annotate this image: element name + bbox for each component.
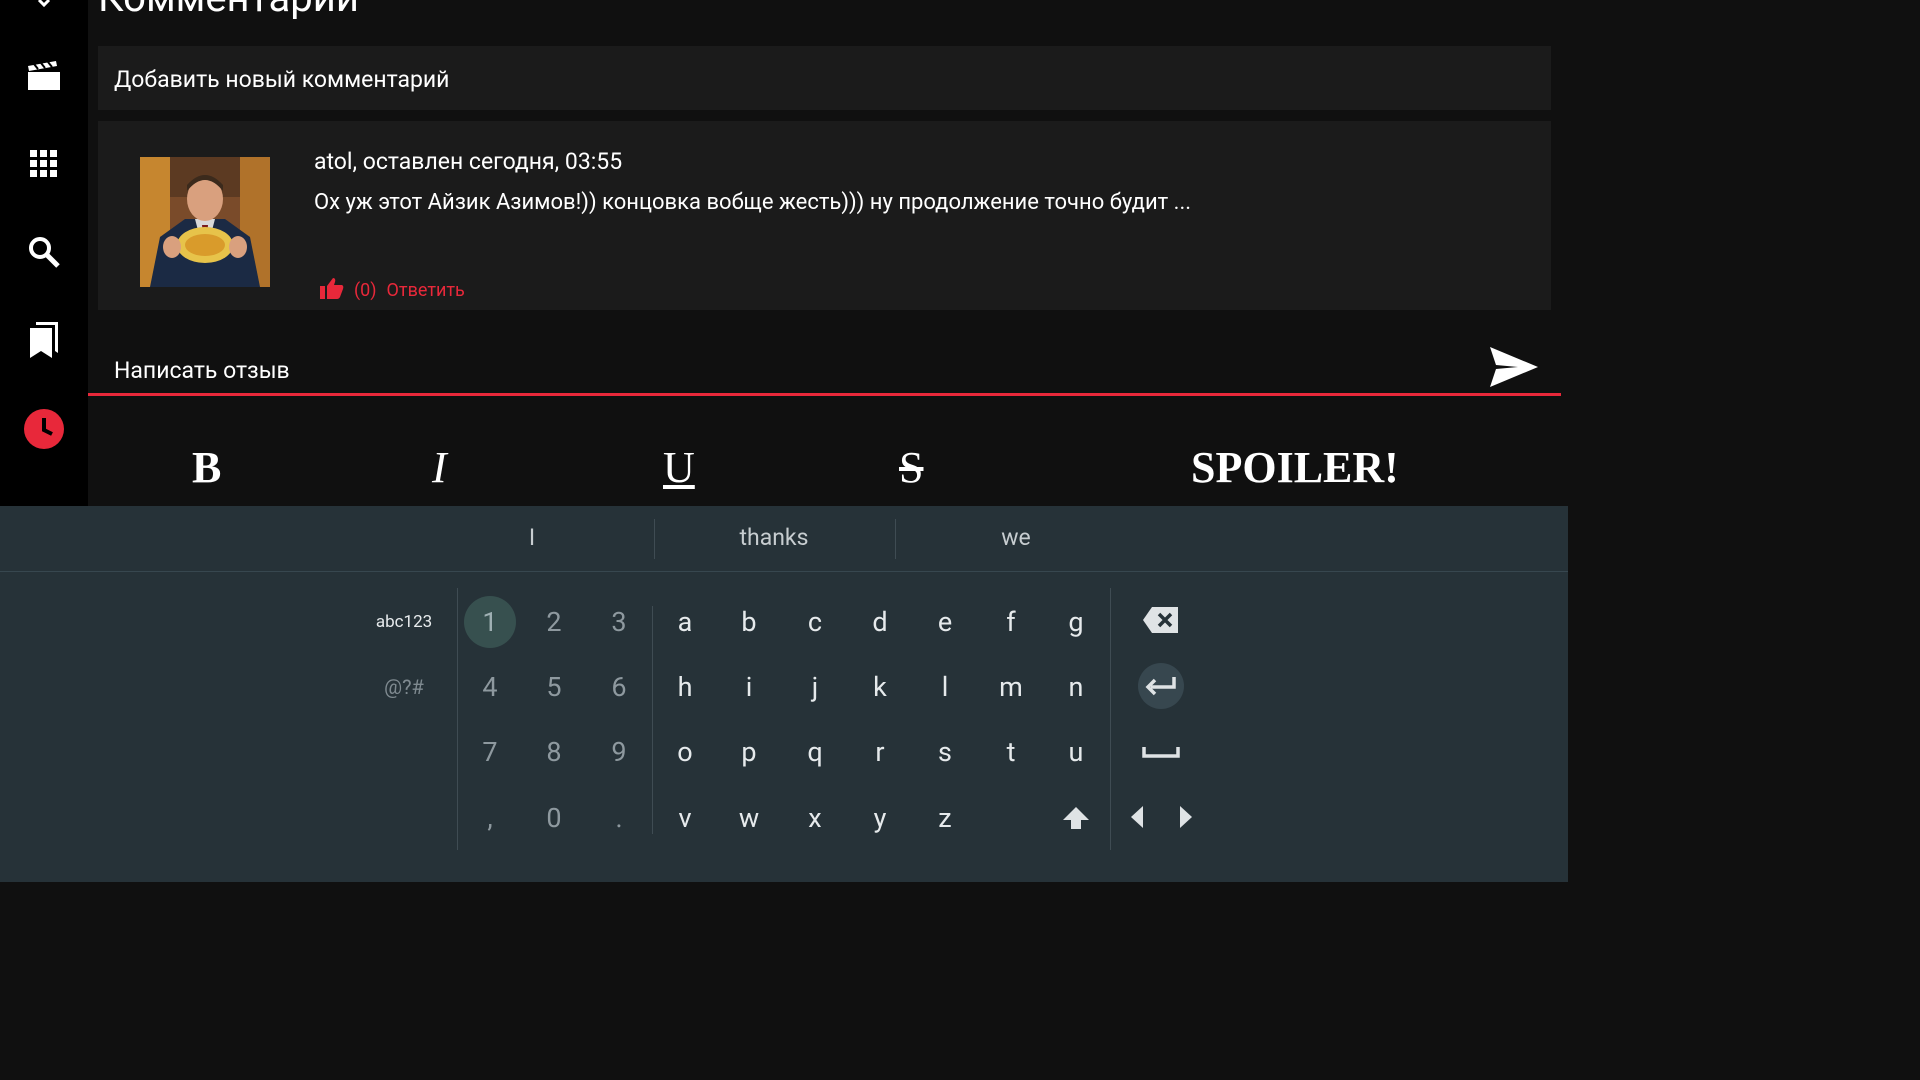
mode-abc123[interactable]: abc123 xyxy=(376,612,432,632)
key-l[interactable]: l xyxy=(919,661,971,713)
key-3[interactable]: 3 xyxy=(593,596,645,648)
key-i[interactable]: i xyxy=(723,661,775,713)
suggestion-3[interactable]: we xyxy=(1001,524,1030,551)
bookmarks-icon[interactable] xyxy=(22,318,66,362)
enter-icon[interactable] xyxy=(1138,663,1184,709)
film-icon[interactable] xyxy=(22,54,66,98)
key-k[interactable]: k xyxy=(854,661,906,713)
grid-icon[interactable] xyxy=(22,142,66,186)
key-c[interactable]: c xyxy=(789,596,841,648)
key-1[interactable]: 1 xyxy=(464,596,516,648)
key-e[interactable]: e xyxy=(919,596,971,648)
key-r[interactable]: r xyxy=(854,726,906,778)
key-8[interactable]: 8 xyxy=(528,726,580,778)
key-x[interactable]: x xyxy=(789,792,841,844)
key-period[interactable]: . xyxy=(593,792,645,844)
review-input[interactable]: Написать отзыв xyxy=(88,335,1561,397)
key-0[interactable]: 0 xyxy=(528,792,580,844)
avatar xyxy=(140,157,270,287)
spoiler-button[interactable]: SPOILER! xyxy=(1191,442,1399,493)
key-s[interactable]: s xyxy=(919,726,971,778)
key-v[interactable]: v xyxy=(659,792,711,844)
underline-button[interactable]: U xyxy=(663,442,695,493)
key-9[interactable]: 9 xyxy=(593,726,645,778)
shift-icon[interactable] xyxy=(1062,806,1090,830)
suggestion-1[interactable]: I xyxy=(529,524,535,551)
key-n[interactable]: n xyxy=(1050,661,1102,713)
reply-link[interactable]: Ответить xyxy=(387,280,465,301)
key-z[interactable]: z xyxy=(919,792,971,844)
onscreen-keyboard: I thanks we abc123 @?# 1 2 3 4 5 6 7 8 9… xyxy=(0,506,1568,882)
arrow-right-icon[interactable] xyxy=(1178,805,1194,829)
key-f[interactable]: f xyxy=(985,596,1037,648)
key-w[interactable]: w xyxy=(723,792,775,844)
key-4[interactable]: 4 xyxy=(464,661,516,713)
review-placeholder: Написать отзыв xyxy=(114,357,290,384)
add-comment-label: Добавить новый комментарий xyxy=(114,66,450,93)
suggestion-divider xyxy=(895,519,896,559)
suggestion-2[interactable]: thanks xyxy=(740,524,809,551)
keyboard-divider xyxy=(1110,588,1111,850)
suggestion-bar: I thanks we xyxy=(0,506,1568,572)
key-h[interactable]: h xyxy=(659,661,711,713)
key-o[interactable]: o xyxy=(659,726,711,778)
key-m[interactable]: m xyxy=(985,661,1037,713)
comment-actions: (0) Ответить xyxy=(320,277,465,304)
comment-item: atol, оставлен сегодня, 03:55 Ох уж этот… xyxy=(98,121,1551,310)
italic-button[interactable]: I xyxy=(432,442,447,493)
arrow-left-icon[interactable] xyxy=(1129,805,1145,829)
keyboard-divider xyxy=(457,588,458,850)
comment-author-line: atol, оставлен сегодня, 03:55 xyxy=(314,148,623,175)
key-a[interactable]: a xyxy=(659,596,711,648)
sidebar xyxy=(0,0,88,520)
key-j[interactable]: j xyxy=(789,661,841,713)
key-t[interactable]: t xyxy=(985,726,1037,778)
keyboard-divider xyxy=(652,606,653,834)
key-u[interactable]: u xyxy=(1050,726,1102,778)
space-icon[interactable] xyxy=(1142,745,1180,759)
key-b[interactable]: b xyxy=(723,596,775,648)
key-y[interactable]: y xyxy=(854,792,906,844)
bold-button[interactable]: B xyxy=(192,442,221,493)
review-underline xyxy=(88,393,1561,396)
search-icon[interactable] xyxy=(22,230,66,274)
key-comma[interactable]: , xyxy=(464,792,516,844)
mode-symbols[interactable]: @?# xyxy=(384,675,424,699)
suggestion-divider xyxy=(654,519,655,559)
key-7[interactable]: 7 xyxy=(464,726,516,778)
key-d[interactable]: d xyxy=(854,596,906,648)
key-2[interactable]: 2 xyxy=(528,596,580,648)
thumb-up-icon[interactable] xyxy=(320,277,344,304)
key-5[interactable]: 5 xyxy=(528,661,580,713)
like-count: (0) xyxy=(354,280,377,301)
backspace-icon[interactable] xyxy=(1142,606,1180,634)
key-q[interactable]: q xyxy=(789,726,841,778)
history-icon[interactable] xyxy=(22,407,66,451)
comments-panel: Комментарии Добавить новый комментарий a xyxy=(88,0,1568,506)
comment-text: Ох уж этот Айзик Азимов!)) концовка вобщ… xyxy=(314,190,1192,215)
send-icon[interactable] xyxy=(1488,345,1542,389)
key-6[interactable]: 6 xyxy=(593,661,645,713)
key-g[interactable]: g xyxy=(1050,596,1102,648)
partial-top-icon[interactable] xyxy=(22,0,66,26)
add-comment-button[interactable]: Добавить новый комментарий xyxy=(98,46,1551,110)
strikethrough-button[interactable]: S xyxy=(899,442,923,493)
key-p[interactable]: p xyxy=(723,726,775,778)
page-title: Комментарии xyxy=(98,0,359,18)
